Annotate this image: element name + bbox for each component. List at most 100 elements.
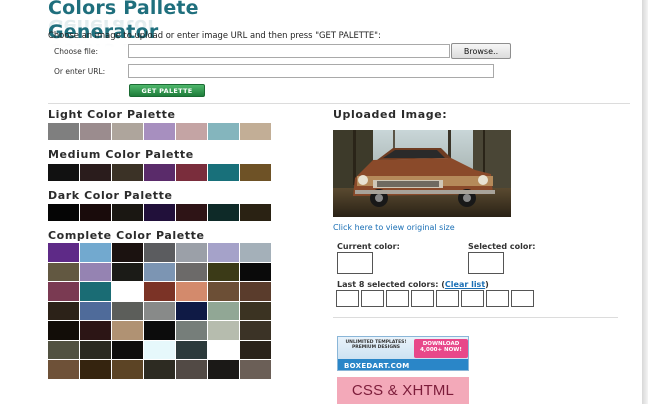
dark-color-swatch[interactable] — [80, 204, 111, 221]
light-color-swatch[interactable] — [240, 123, 271, 140]
complete-color-swatch[interactable] — [176, 301, 207, 320]
complete-color-swatch[interactable] — [112, 282, 143, 301]
complete-color-swatch[interactable] — [48, 243, 79, 262]
complete-color-swatch[interactable] — [80, 243, 111, 262]
complete-color-swatch[interactable] — [80, 321, 111, 340]
complete-color-swatch[interactable] — [48, 321, 79, 340]
complete-color-swatch[interactable] — [112, 262, 143, 281]
complete-color-swatch[interactable] — [112, 243, 143, 262]
complete-color-swatch[interactable] — [144, 282, 175, 301]
last-selected-label: Last 8 selected colors: (Clear list) — [337, 280, 489, 289]
complete-color-swatch[interactable] — [176, 321, 207, 340]
light-palette-title: Light Color Palette — [48, 108, 176, 121]
complete-color-swatch[interactable] — [240, 262, 271, 281]
complete-color-swatch[interactable] — [80, 282, 111, 301]
light-color-swatch[interactable] — [176, 123, 207, 140]
selected-color-box — [468, 252, 504, 274]
last-color-slot[interactable] — [461, 290, 484, 307]
last-color-slot[interactable] — [486, 290, 509, 307]
complete-color-swatch[interactable] — [144, 262, 175, 281]
complete-color-swatch[interactable] — [144, 360, 175, 379]
dark-color-swatch[interactable] — [176, 204, 207, 221]
complete-color-swatch[interactable] — [80, 360, 111, 379]
last-selected-colors — [336, 290, 536, 307]
dark-color-swatch[interactable] — [240, 204, 271, 221]
complete-color-swatch[interactable] — [240, 301, 271, 320]
light-color-swatch[interactable] — [112, 123, 143, 140]
complete-color-swatch[interactable] — [48, 282, 79, 301]
complete-color-swatch[interactable] — [176, 282, 207, 301]
dark-palette-title: Dark Color Palette — [48, 189, 173, 202]
dark-color-swatch[interactable] — [48, 204, 79, 221]
last-color-slot[interactable] — [411, 290, 434, 307]
file-path-field[interactable] — [128, 44, 450, 58]
ad-download-badge: DOWNLOAD 4,000+ NOW! — [414, 339, 468, 358]
get-palette-button[interactable]: GET PALETTE — [129, 84, 205, 97]
complete-color-swatch[interactable] — [112, 360, 143, 379]
last-color-slot[interactable] — [511, 290, 534, 307]
complete-color-swatch[interactable] — [112, 301, 143, 320]
complete-color-swatch[interactable] — [208, 360, 239, 379]
medium-color-swatch[interactable] — [112, 164, 143, 181]
complete-palette — [48, 243, 271, 379]
complete-color-swatch[interactable] — [144, 321, 175, 340]
complete-color-swatch[interactable] — [208, 282, 239, 301]
dark-color-swatch[interactable] — [144, 204, 175, 221]
complete-color-swatch[interactable] — [80, 301, 111, 320]
complete-color-swatch[interactable] — [240, 321, 271, 340]
complete-color-swatch[interactable] — [240, 282, 271, 301]
medium-color-swatch[interactable] — [144, 164, 175, 181]
complete-color-swatch[interactable] — [112, 321, 143, 340]
complete-color-swatch[interactable] — [48, 340, 79, 359]
boxedart-ad-banner[interactable]: UNLIMITED TEMPLATES! PREMIUM DESIGNS DOW… — [337, 336, 469, 371]
choose-file-label: Choose file: — [54, 47, 99, 56]
complete-color-swatch[interactable] — [208, 243, 239, 262]
complete-color-swatch[interactable] — [240, 360, 271, 379]
complete-color-swatch[interactable] — [80, 262, 111, 281]
complete-color-swatch[interactable] — [208, 301, 239, 320]
last-color-slot[interactable] — [436, 290, 459, 307]
light-color-swatch[interactable] — [144, 123, 175, 140]
dark-color-swatch[interactable] — [208, 204, 239, 221]
complete-color-swatch[interactable] — [48, 262, 79, 281]
last-color-slot[interactable] — [386, 290, 409, 307]
light-color-swatch[interactable] — [80, 123, 111, 140]
complete-color-swatch[interactable] — [112, 340, 143, 359]
dark-palette — [48, 204, 272, 221]
clear-list-link[interactable]: Clear list — [445, 280, 485, 289]
uploaded-image[interactable] — [333, 130, 511, 217]
dark-color-swatch[interactable] — [112, 204, 143, 221]
complete-color-swatch[interactable] — [48, 360, 79, 379]
complete-color-swatch[interactable] — [144, 243, 175, 262]
uploaded-image-title: Uploaded Image: — [333, 108, 448, 121]
complete-color-swatch[interactable] — [240, 340, 271, 359]
complete-color-swatch[interactable] — [208, 262, 239, 281]
complete-color-swatch[interactable] — [176, 340, 207, 359]
window-edge — [642, 0, 648, 404]
medium-color-swatch[interactable] — [176, 164, 207, 181]
medium-color-swatch[interactable] — [208, 164, 239, 181]
intro-text: Choose an image to upload or enter image… — [48, 30, 381, 40]
light-color-swatch[interactable] — [48, 123, 79, 140]
browse-button[interactable]: Browse.. — [451, 43, 511, 59]
medium-color-swatch[interactable] — [80, 164, 111, 181]
last-color-slot[interactable] — [336, 290, 359, 307]
complete-color-swatch[interactable] — [176, 262, 207, 281]
light-color-swatch[interactable] — [208, 123, 239, 140]
complete-color-swatch[interactable] — [208, 340, 239, 359]
url-label: Or enter URL: — [54, 67, 106, 76]
complete-color-swatch[interactable] — [48, 301, 79, 320]
complete-color-swatch[interactable] — [208, 321, 239, 340]
complete-color-swatch[interactable] — [240, 243, 271, 262]
complete-color-swatch[interactable] — [176, 360, 207, 379]
complete-color-swatch[interactable] — [144, 301, 175, 320]
complete-color-swatch[interactable] — [176, 243, 207, 262]
last-color-slot[interactable] — [361, 290, 384, 307]
complete-color-swatch[interactable] — [144, 340, 175, 359]
medium-color-swatch[interactable] — [240, 164, 271, 181]
css-xhtml-ad-banner[interactable]: CSS & XHTML — [337, 377, 469, 404]
medium-color-swatch[interactable] — [48, 164, 79, 181]
view-original-link[interactable]: Click here to view original size — [333, 223, 455, 232]
complete-color-swatch[interactable] — [80, 340, 111, 359]
url-input[interactable] — [128, 64, 494, 78]
